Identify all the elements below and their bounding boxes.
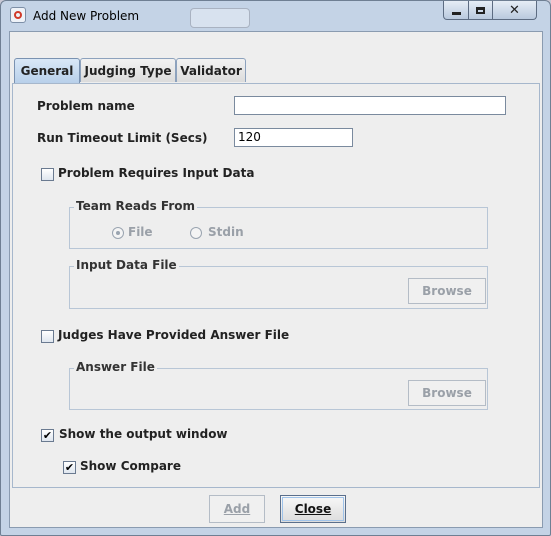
minimize-icon — [451, 11, 461, 15]
maximize-button[interactable] — [468, 1, 493, 20]
team-reads-from-group: Team Reads From File Stdin — [69, 199, 488, 249]
show-compare-checkbox[interactable]: ✔ — [63, 461, 76, 474]
answer-browse-button[interactable]: Browse — [408, 380, 486, 406]
problem-name-label: Problem name — [37, 99, 135, 113]
input-data-file-title: Input Data File — [74, 258, 179, 272]
answer-provided-label: Judges Have Provided Answer File — [58, 328, 290, 342]
run-timeout-input[interactable]: 120 — [234, 128, 353, 147]
radio-file-label: File — [128, 225, 153, 239]
maximize-icon — [476, 6, 485, 14]
input-browse-button[interactable]: Browse — [408, 278, 486, 304]
java-app-icon — [10, 7, 26, 23]
tab-judging-type[interactable]: Judging Type — [80, 58, 176, 82]
dialog-content: General Judging Type Validator Problem n… — [9, 31, 543, 528]
window-title: Add New Problem — [33, 9, 140, 23]
close-button-label: Close — [294, 502, 332, 516]
requires-input-checkbox[interactable] — [41, 168, 54, 181]
add-button[interactable]: Add — [209, 495, 265, 523]
close-icon: ✕ — [509, 2, 520, 18]
team-reads-from-title: Team Reads From — [74, 199, 197, 213]
background-window-ghost — [190, 8, 250, 28]
add-problem-dialog: Add New Problem ✕ General Judging Type V… — [0, 0, 551, 536]
answer-provided-checkbox[interactable] — [41, 330, 54, 343]
answer-file-title: Answer File — [74, 360, 157, 374]
window-controls: ✕ — [443, 1, 544, 21]
show-output-label: Show the output window — [59, 427, 228, 441]
problem-name-input[interactable] — [234, 96, 506, 115]
minimize-button[interactable] — [443, 1, 469, 20]
tab-general[interactable]: General — [14, 58, 80, 83]
title-bar[interactable]: Add New Problem ✕ — [1, 1, 550, 31]
requires-input-label: Problem Requires Input Data — [58, 166, 255, 180]
input-data-file-group: Input Data File Browse — [69, 258, 488, 309]
add-button-label: Add — [223, 502, 251, 516]
radio-stdin-label: Stdin — [208, 225, 244, 239]
general-tab-panel: Problem name Run Timeout Limit (Secs) 12… — [12, 83, 540, 488]
tab-validator[interactable]: Validator — [176, 58, 246, 82]
close-button[interactable]: Close — [280, 495, 346, 523]
radio-file[interactable] — [112, 227, 124, 239]
radio-stdin[interactable] — [190, 227, 202, 239]
close-window-button[interactable]: ✕ — [492, 1, 537, 20]
answer-file-group: Answer File Browse — [69, 360, 488, 410]
show-compare-label: Show Compare — [80, 459, 181, 473]
run-timeout-label: Run Timeout Limit (Secs) — [37, 131, 208, 145]
show-output-checkbox[interactable]: ✔ — [41, 429, 54, 442]
